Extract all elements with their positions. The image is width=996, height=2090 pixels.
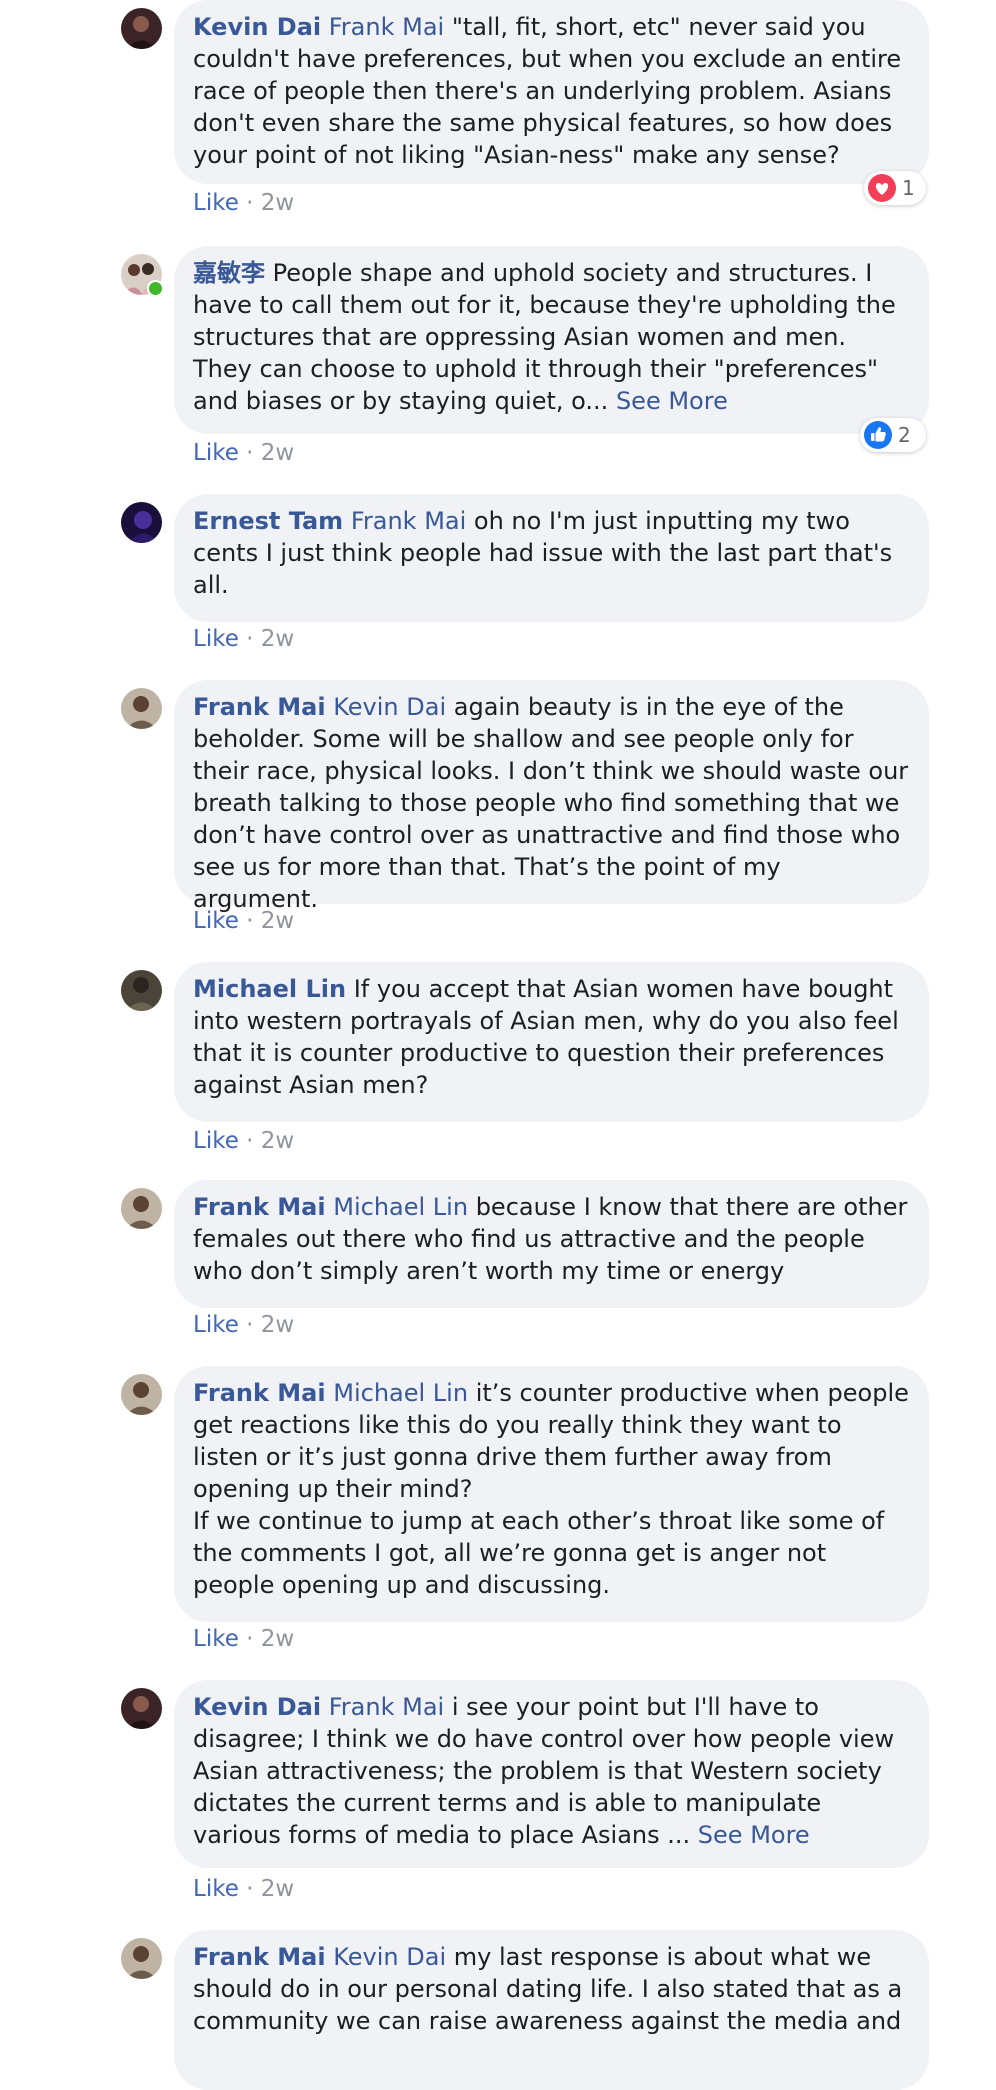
comment-bubble: Frank Mai Kevin Dai again beauty is in t… bbox=[174, 680, 929, 913]
timestamp[interactable]: 2w bbox=[261, 190, 294, 216]
comment-bubble: Kevin Dai Frank Mai i see your point but… bbox=[174, 1680, 929, 1868]
timestamp[interactable]: 2w bbox=[261, 1312, 294, 1338]
comment-author[interactable]: Frank Mai bbox=[193, 1193, 326, 1221]
comment-author[interactable]: Michael Lin bbox=[193, 975, 346, 1003]
like-button[interactable]: Like bbox=[193, 1626, 239, 1652]
timestamp[interactable]: 2w bbox=[261, 908, 294, 934]
mention-link[interactable]: Kevin Dai bbox=[333, 693, 446, 721]
timestamp[interactable]: 2w bbox=[261, 1128, 294, 1154]
separator: · bbox=[238, 1876, 261, 1902]
avatar[interactable] bbox=[121, 8, 162, 49]
thumbs-up-icon bbox=[864, 421, 892, 449]
comment-text: People shape and uphold society and stru… bbox=[193, 259, 896, 415]
comment-bubble: Frank Mai Michael Lin it’s counter produ… bbox=[174, 1366, 929, 1622]
comment-actions: Like · 2w bbox=[193, 438, 294, 468]
mention-link[interactable]: Frank Mai bbox=[329, 13, 444, 41]
avatar[interactable] bbox=[121, 970, 162, 1011]
avatar[interactable] bbox=[121, 688, 162, 729]
reaction-summary[interactable]: 2 bbox=[860, 418, 926, 452]
mention-link[interactable]: Frank Mai bbox=[329, 1693, 444, 1721]
timestamp[interactable]: 2w bbox=[261, 626, 294, 652]
like-button[interactable]: Like bbox=[193, 626, 239, 652]
comment-bubble: Frank Mai Kevin Dai my last response is … bbox=[174, 1930, 929, 2090]
like-button[interactable]: Like bbox=[193, 440, 239, 466]
mention-link[interactable]: Kevin Dai bbox=[333, 1943, 446, 1971]
comment-actions: Like · 2w bbox=[193, 1126, 294, 1156]
comment-author[interactable]: Frank Mai bbox=[193, 1379, 326, 1407]
avatar[interactable] bbox=[121, 502, 162, 543]
avatar[interactable] bbox=[121, 1188, 162, 1229]
separator: · bbox=[238, 1128, 261, 1154]
avatar[interactable] bbox=[121, 254, 164, 297]
like-button[interactable]: Like bbox=[193, 908, 239, 934]
separator: · bbox=[238, 1626, 261, 1652]
avatar[interactable] bbox=[121, 1374, 162, 1415]
comment-bubble: Kevin Dai Frank Mai "tall, fit, short, e… bbox=[174, 0, 929, 184]
like-button[interactable]: Like bbox=[193, 190, 239, 216]
timestamp[interactable]: 2w bbox=[261, 1876, 294, 1902]
separator: · bbox=[238, 440, 261, 466]
comment-author[interactable]: 嘉敏李 bbox=[193, 259, 265, 287]
comment-actions: Like · 2w bbox=[193, 1310, 294, 1340]
comment-text: If we continue to jump at each other’s t… bbox=[193, 1507, 885, 1599]
comment-actions: Like · 2w bbox=[193, 188, 294, 218]
separator: · bbox=[238, 1312, 261, 1338]
mention-link[interactable]: Michael Lin bbox=[333, 1193, 468, 1221]
heart-icon bbox=[868, 174, 896, 202]
comment-author[interactable]: Kevin Dai bbox=[193, 13, 321, 41]
timestamp[interactable]: 2w bbox=[261, 440, 294, 466]
comment-bubble: Ernest Tam Frank Mai oh no I'm just inpu… bbox=[174, 494, 929, 622]
comment-author[interactable]: Frank Mai bbox=[193, 693, 326, 721]
separator: · bbox=[238, 908, 261, 934]
online-status-icon bbox=[147, 280, 164, 297]
see-more-link[interactable]: See More bbox=[616, 387, 728, 415]
comment-actions: Like · 2w bbox=[193, 906, 294, 936]
comment-actions: Like · 2w bbox=[193, 1874, 294, 1904]
comment-actions: Like · 2w bbox=[193, 1624, 294, 1654]
timestamp[interactable]: 2w bbox=[261, 1626, 294, 1652]
comment-author[interactable]: Frank Mai bbox=[193, 1943, 326, 1971]
reaction-count: 1 bbox=[902, 176, 915, 200]
separator: · bbox=[238, 190, 261, 216]
avatar[interactable] bbox=[121, 1938, 162, 1979]
comment-bubble: Frank Mai Michael Lin because I know tha… bbox=[174, 1180, 929, 1308]
like-button[interactable]: Like bbox=[193, 1876, 239, 1902]
mention-link[interactable]: Michael Lin bbox=[333, 1379, 468, 1407]
reaction-count: 2 bbox=[898, 423, 911, 447]
separator: · bbox=[238, 626, 261, 652]
avatar[interactable] bbox=[121, 1688, 162, 1729]
reaction-summary[interactable]: 1 bbox=[864, 171, 926, 205]
like-button[interactable]: Like bbox=[193, 1312, 239, 1338]
comment-actions: Like · 2w bbox=[193, 624, 294, 654]
comment-text: again beauty is in the eye of the behold… bbox=[193, 693, 909, 913]
see-more-link[interactable]: See More bbox=[698, 1821, 810, 1849]
comment-bubble: Michael Lin If you accept that Asian wom… bbox=[174, 962, 929, 1122]
mention-link[interactable]: Frank Mai bbox=[351, 507, 466, 535]
like-button[interactable]: Like bbox=[193, 1128, 239, 1154]
comment-bubble: 嘉敏李 People shape and uphold society and … bbox=[174, 246, 929, 434]
comment-author[interactable]: Kevin Dai bbox=[193, 1693, 321, 1721]
comment-author[interactable]: Ernest Tam bbox=[193, 507, 343, 535]
